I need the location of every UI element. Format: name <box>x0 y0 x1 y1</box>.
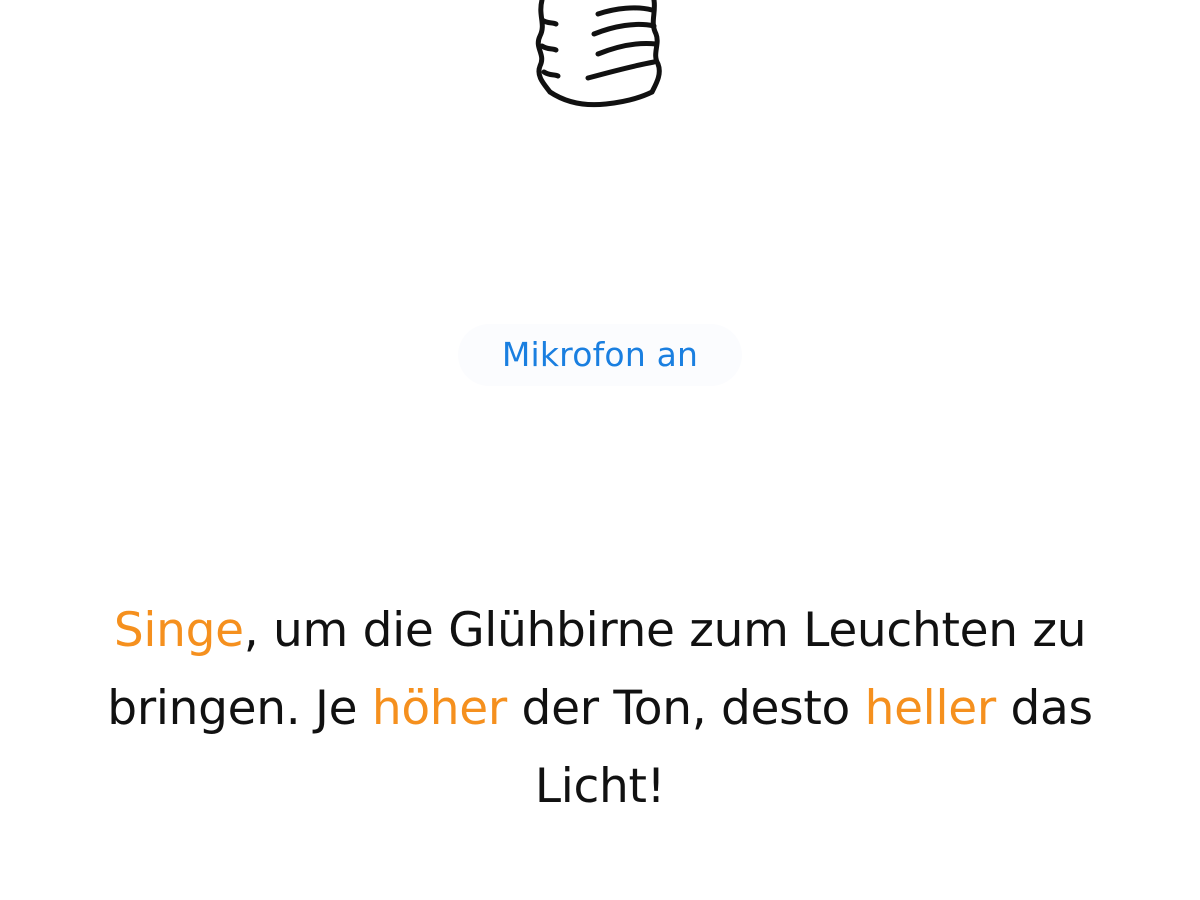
lightbulb-base-icon <box>535 0 662 108</box>
highlight-word-brighter: heller <box>864 681 997 736</box>
highlight-word-sing: Singe <box>113 603 244 658</box>
highlight-word-higher: höher <box>371 681 507 736</box>
instruction-text: Singe, um die Glühbirne zum Leuchten zu … <box>40 592 1160 826</box>
instruction-segment: der Ton, desto <box>506 681 865 736</box>
microphone-toggle-button[interactable]: Mikrofon an <box>458 324 742 386</box>
